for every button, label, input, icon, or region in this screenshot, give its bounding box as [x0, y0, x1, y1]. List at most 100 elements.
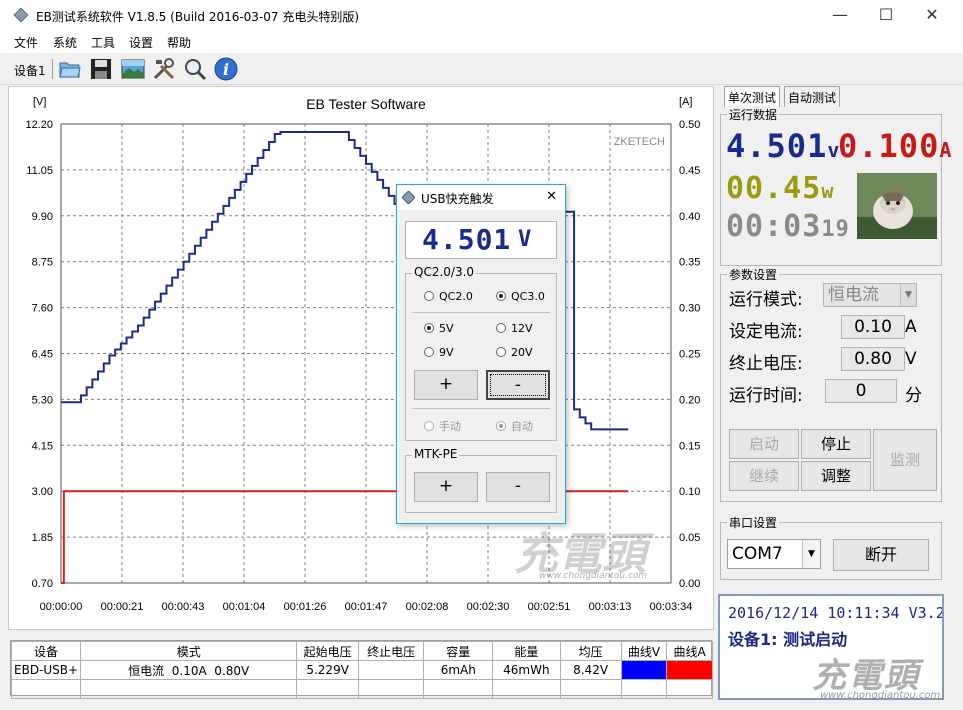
voltage-input[interactable]: 0.80	[841, 347, 905, 371]
mode-label: 运行模式:	[729, 290, 803, 310]
y-tick-label-left: 7.60	[32, 303, 53, 315]
y-tick-label-right: 0.05	[679, 532, 700, 544]
y-tick-label-right: 0.40	[679, 211, 700, 223]
power-readout: 00.45w	[726, 171, 835, 206]
status-timestamp: 2016/12/14 10:11:34 V3.20	[728, 604, 944, 622]
y-tick-label-left: 8.75	[32, 257, 53, 269]
col-curve-v: 曲线V	[620, 641, 668, 661]
manual-radio[interactable]: 手动	[424, 418, 461, 434]
serial-group: 串口设置 COM7 ▼ 断开	[720, 514, 942, 580]
divider	[412, 312, 550, 313]
menu-file[interactable]: 文件	[14, 34, 38, 51]
col-avg-voltage: 均压	[559, 641, 622, 661]
tab-single-test[interactable]: 单次测试	[724, 86, 781, 107]
qc20-radio[interactable]: QC2.0	[424, 290, 473, 303]
x-tick-label: 00:01:47	[345, 601, 388, 613]
qc30-radio[interactable]: QC3.0	[496, 290, 545, 303]
y-axis-label-left: [V]	[33, 96, 46, 108]
chart-watermark-zketech: ZKETECH	[614, 136, 665, 148]
stop-button[interactable]: 停止	[801, 429, 871, 459]
menu-bar: 文件 系统 工具 设置 帮助	[0, 31, 963, 53]
continue-button[interactable]: 继续	[729, 461, 799, 491]
y-tick-label-right: 0.30	[679, 303, 700, 315]
mtk-pe-group: MTK-PE + -	[405, 447, 557, 513]
adjust-button[interactable]: 调整	[801, 461, 871, 491]
minimize-button[interactable]: —	[817, 0, 863, 31]
x-tick-label: 00:00:00	[40, 601, 83, 613]
col-end-voltage: 终止电压	[357, 641, 425, 661]
mtk-plus-button[interactable]: +	[414, 472, 478, 502]
time-label: 运行时间:	[729, 386, 803, 406]
curve-v-color-swatch[interactable]	[620, 660, 668, 680]
y-tick-label-right: 0.00	[679, 578, 700, 590]
close-button[interactable]: ✕	[909, 0, 955, 31]
right-panel: 单次测试 自动测试 运行数据 4.501v 0.100A 00.45w 00:0…	[718, 86, 962, 706]
curve-a-color-swatch[interactable]	[666, 660, 713, 680]
time-input[interactable]: 0	[825, 379, 897, 403]
12v-radio[interactable]: 12V	[496, 322, 533, 335]
stats-table: 设备 模式 起始电压 终止电压 容量 能量 均压 曲线V 曲线A EBD-USB…	[10, 640, 713, 699]
20v-radio[interactable]: 20V	[496, 346, 533, 359]
cat-photo-image	[857, 173, 937, 239]
tab-auto-test[interactable]: 自动测试	[784, 86, 841, 107]
x-tick-label: 00:03:13	[589, 601, 632, 613]
info-icon[interactable]: i	[214, 57, 238, 81]
maximize-button[interactable]: ☐	[863, 0, 909, 31]
disconnect-button[interactable]: 断开	[833, 539, 929, 571]
x-tick-label: 00:00:43	[162, 601, 205, 613]
cell-avg-voltage: 8.42V	[559, 660, 622, 680]
chart-title: EB Tester Software	[306, 96, 426, 112]
monitor-button[interactable]: 监测	[873, 429, 937, 491]
window-title: EB测试系统软件 V1.8.5 (Build 2016-03-07 充电头特别版…	[36, 10, 360, 24]
com-port-select[interactable]: COM7 ▼	[727, 539, 821, 569]
status-message: 设备1: 测试启动	[728, 630, 848, 649]
mtk-minus-button[interactable]: -	[486, 472, 550, 502]
cell-device: EBD-USB+	[10, 660, 82, 680]
toolbar: 设备1 i	[0, 53, 963, 85]
x-tick-label: 00:02:30	[467, 601, 510, 613]
col-mode: 模式	[80, 641, 298, 661]
x-tick-label: 00:02:51	[528, 601, 571, 613]
device-label[interactable]: 设备1	[14, 62, 46, 79]
chart-frame: 12.20 11.05 9.90 8.75 7.60 6.45 5.30 4.15 3.00 1.…	[8, 86, 714, 630]
qc-minus-button[interactable]: -	[486, 370, 550, 400]
menu-help[interactable]: 帮助	[167, 34, 191, 51]
dialog-close-icon[interactable]: ✕	[546, 189, 557, 204]
toolbar-separator	[52, 59, 53, 79]
mode-select[interactable]: 恒电流 ▼	[823, 283, 917, 307]
folder-icon[interactable]	[58, 57, 82, 81]
menu-settings[interactable]: 设置	[129, 34, 153, 51]
9v-radio[interactable]: 9V	[424, 346, 454, 359]
menu-tools[interactable]: 工具	[91, 34, 115, 51]
voltage-current-chart: 12.20 11.05 9.90 8.75 7.60 6.45 5.30 4.15 3.00 1.…	[25, 96, 700, 613]
table-row[interactable]: EBD-USB+ 恒电流 0.10A 0.80V 5.229V 6mAh 46m…	[10, 660, 713, 680]
voltage-readout: 4.501v	[726, 127, 841, 165]
col-curve-a: 曲线A	[666, 641, 713, 661]
qc-plus-button[interactable]: +	[414, 370, 478, 400]
dialog-title-bar: USB快充触发 ✕	[397, 185, 565, 210]
time-unit: 分	[905, 386, 922, 406]
current-input[interactable]: 0.10	[841, 315, 905, 339]
menu-system[interactable]: 系统	[53, 34, 77, 51]
current-unit: A	[905, 317, 917, 337]
run-data-group: 运行数据 4.501v 0.100A 00.45w 00:0319	[720, 106, 951, 266]
cell-mode: 恒电流 0.10A 0.80V	[80, 660, 298, 680]
col-energy: 能量	[492, 641, 561, 661]
y-axis-label-right: [A]	[679, 96, 692, 108]
5v-radio[interactable]: 5V	[424, 322, 454, 335]
save-icon[interactable]	[89, 57, 113, 81]
start-button[interactable]: 启动	[729, 429, 799, 459]
svg-text:i: i	[223, 60, 229, 79]
y-tick-label-left: 4.15	[32, 440, 53, 452]
image-icon[interactable]	[121, 57, 145, 81]
y-tick-label-left: 12.20	[25, 119, 53, 131]
tools-icon[interactable]	[152, 57, 176, 81]
chevron-down-icon: ▼	[802, 540, 820, 568]
voltage-label: 终止电压:	[729, 354, 803, 374]
auto-radio[interactable]: 自动	[496, 418, 533, 434]
search-icon[interactable]	[183, 57, 207, 81]
y-tick-label-right: 0.45	[679, 165, 700, 177]
y-tick-label-left: 6.45	[32, 349, 53, 361]
qc-label: QC2.0/3.0	[412, 265, 477, 279]
serial-label: 串口设置	[727, 514, 780, 531]
